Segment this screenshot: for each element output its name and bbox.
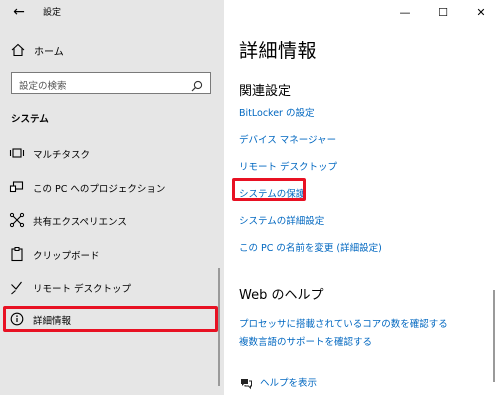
main-panel: — ☐ ✕ 詳細情報 関連設定 BitLocker の設定 デバイス マネージャ… (224, 0, 500, 395)
remote-desktop-link[interactable]: リモート デスクトップ (239, 159, 337, 173)
sidebar: ← 設定 ホーム 設定の検索 システム マルチタスク この PC へのプロジェク… (0, 0, 224, 395)
help-chat-icon (239, 375, 253, 390)
sidebar-item-remote-desktop[interactable]: リモート デスクトップ (0, 275, 224, 299)
web-help-heading: Web のヘルプ (239, 288, 324, 303)
rename-pc-link[interactable]: この PC の名前を変更 (詳細設定) (239, 240, 382, 254)
back-button[interactable]: ← (10, 3, 28, 21)
processor-cores-link[interactable]: プロセッサに搭載されているコアの数を確認する (239, 316, 448, 330)
sidebar-item-label: リモート デスクトップ (33, 284, 132, 295)
highlight-annotation-about (3, 306, 218, 332)
section-title: システム (11, 114, 49, 125)
minimize-button[interactable]: — (386, 0, 424, 24)
clipboard-icon (9, 246, 25, 262)
title-bar: ← 設定 (0, 0, 224, 24)
sidebar-scrollbar[interactable] (218, 268, 220, 386)
multitask-icon (9, 145, 25, 161)
sidebar-item-projection[interactable]: この PC へのプロジェクション (0, 175, 224, 199)
search-icon[interactable] (191, 77, 203, 92)
related-settings-heading: 関連設定 (239, 84, 292, 99)
maximize-button[interactable]: ☐ (424, 0, 462, 24)
advanced-system-settings-link[interactable]: システムの詳細設定 (239, 213, 324, 227)
sidebar-item-clipboard[interactable]: クリップボード (0, 242, 224, 266)
sidebar-item-label: マルチタスク (33, 150, 91, 161)
sidebar-item-shared-experience[interactable]: 共有エクスペリエンス (0, 208, 224, 232)
close-button[interactable]: ✕ (462, 0, 500, 24)
window-controls: — ☐ ✕ (386, 0, 500, 24)
sidebar-item-label: 共有エクスペリエンス (33, 217, 127, 228)
home-nav-item[interactable]: ホーム (10, 41, 210, 59)
sidebar-item-label: この PC へのプロジェクション (33, 184, 166, 195)
home-icon (10, 42, 26, 58)
sidebar-item-multitask[interactable]: マルチタスク (0, 141, 224, 165)
search-placeholder: 設定の検索 (19, 81, 67, 92)
get-help-link[interactable]: ヘルプを表示 (260, 375, 317, 389)
sidebar-item-label: クリップボード (33, 251, 100, 262)
device-manager-link[interactable]: デバイス マネージャー (239, 132, 336, 146)
projection-icon (9, 179, 25, 195)
bitlocker-settings-link[interactable]: BitLocker の設定 (239, 105, 314, 119)
page-title: 詳細情報 (239, 40, 318, 62)
multi-language-support-link[interactable]: 複数言語のサポートを確認する (239, 334, 372, 348)
app-title: 設定 (43, 8, 62, 18)
get-help-row[interactable]: ヘルプを表示 (239, 375, 317, 390)
main-scrollbar[interactable] (493, 290, 495, 382)
remote-desktop-icon (9, 279, 25, 295)
search-input[interactable]: 設定の検索 (11, 72, 211, 94)
home-label: ホーム (34, 46, 64, 58)
shared-experience-icon (9, 212, 25, 228)
highlight-annotation-system-protection (232, 178, 306, 201)
